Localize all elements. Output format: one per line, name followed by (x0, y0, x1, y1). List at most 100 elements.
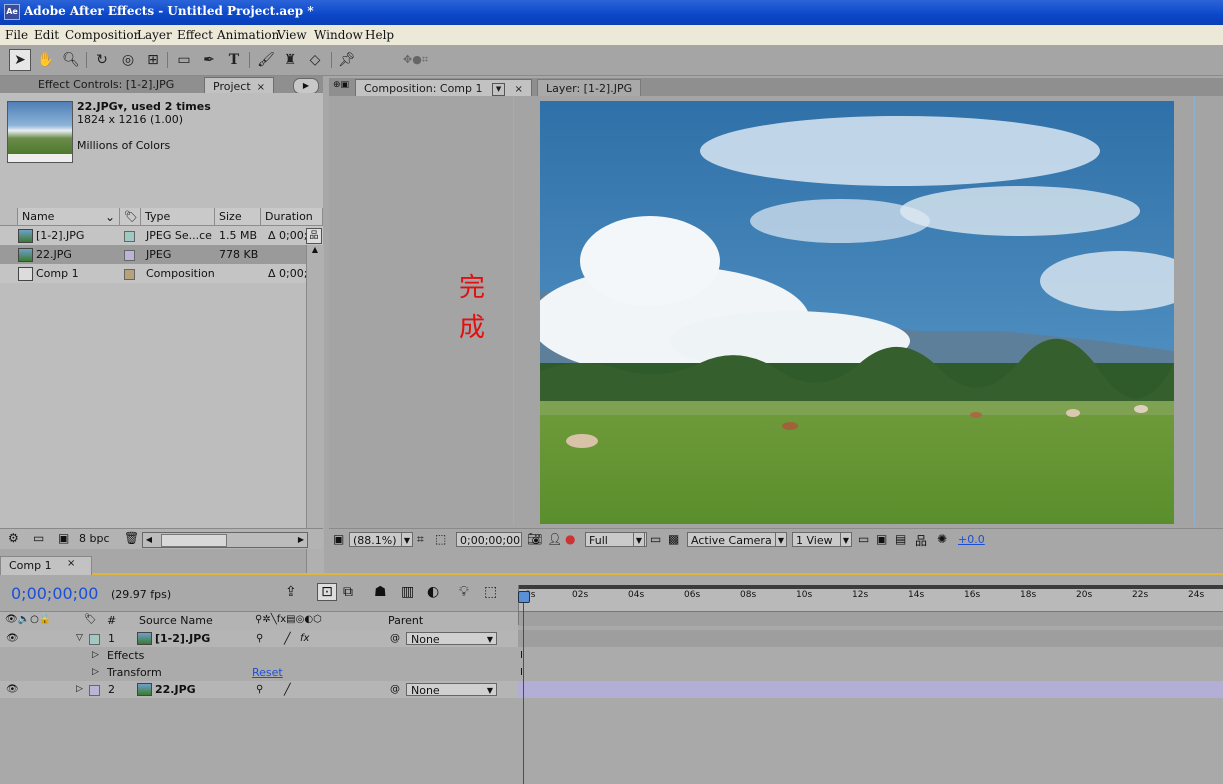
timeline-icon[interactable]: ▤ (895, 532, 906, 546)
shy-switch-icon[interactable]: ⚲ (256, 681, 263, 698)
tab-layer[interactable]: Layer: [1-2].JPG (537, 79, 642, 97)
twirl-right-icon[interactable]: ▷ (76, 681, 83, 698)
rotation-tool-icon[interactable]: ↻ (92, 50, 112, 70)
menu-help[interactable]: Help (365, 28, 394, 42)
menu-layer[interactable]: Layer (137, 28, 172, 42)
eye-icon[interactable]: 👁︎ (6, 630, 19, 647)
axis-mode-icon[interactable]: ✥●⌗ (403, 50, 428, 70)
scroll-up-icon[interactable]: ▲ (309, 245, 321, 257)
av-features-icon[interactable]: 👁︎🔊○🔒 (5, 614, 51, 625)
chevron-down-icon[interactable]: ▼ (840, 532, 852, 547)
layer-duration-bar[interactable] (518, 681, 1223, 698)
column-duration[interactable]: Duration (261, 208, 323, 226)
project-item-row[interactable]: [1-2].JPG JPEG Se...ce 1.5 MB Δ 0;00;0 品 (0, 226, 323, 245)
comp-dropdown-icon[interactable]: ▼ (492, 82, 506, 96)
region-of-interest-icon[interactable]: ▭ (650, 532, 661, 546)
label-column-icon[interactable]: 🏷︎ (84, 614, 97, 625)
always-preview-icon[interactable]: ▣ (333, 532, 344, 546)
hand-tool-icon[interactable]: ✋ (36, 50, 56, 70)
chevron-down-icon[interactable]: ▼ (775, 532, 787, 547)
bit-depth[interactable]: 8 bpc (79, 532, 110, 545)
quality-switch-icon[interactable]: ╱ (284, 630, 291, 647)
column-name[interactable]: Name ⌄ (18, 208, 120, 226)
close-tab-icon[interactable]: × (67, 558, 75, 569)
reset-exposure-icon[interactable]: ✺ (937, 532, 947, 546)
layer-duration-bar[interactable] (518, 630, 1223, 647)
layer-row[interactable]: 👁︎ ▽ 1 [1-2].JPG ⚲ ╱ fx @ None ▼ (0, 630, 1223, 647)
close-tab-icon[interactable]: × (257, 82, 265, 93)
eraser-tool-icon[interactable]: ◇ (305, 50, 325, 70)
lock-view-icon[interactable]: ⊕▣ (333, 80, 353, 94)
effect-switch-icon[interactable]: fx (300, 630, 309, 647)
column-parent[interactable]: Parent (388, 614, 423, 627)
brush-tool-icon[interactable]: 🖌︎ (256, 50, 276, 70)
text-tool-icon[interactable]: T (224, 50, 244, 70)
timeline-timecode[interactable]: 0;00;00;00 (11, 584, 98, 603)
tab-composition[interactable]: Composition: Comp 1 ▼ × (355, 79, 532, 97)
composition-viewer[interactable]: 完 成 (329, 96, 1223, 526)
menu-composition[interactable]: Composition (65, 28, 141, 42)
label-swatch[interactable] (89, 634, 100, 645)
project-item-row[interactable]: Comp 1 Composition Δ 0;00;3 (0, 264, 323, 283)
layer-row[interactable]: 👁︎ ▷ 2 22.JPG ⚲ ╱ @ None ▼ (0, 681, 1223, 698)
live-update-icon[interactable]: ⇪ (285, 584, 297, 600)
graph-editor-icon[interactable]: ⬚ (484, 584, 497, 600)
frame-blending-icon[interactable]: ▥ (401, 584, 414, 600)
twirl-right-icon[interactable]: ▷ (92, 647, 99, 664)
menu-animation[interactable]: Animation (217, 28, 279, 42)
mask-view-icon[interactable]: ⬚ (435, 532, 446, 546)
column-number[interactable]: # (107, 614, 116, 627)
draft-3d-icon[interactable]: ⧉ (343, 584, 353, 600)
motion-blur-icon[interactable]: ◐ (427, 584, 439, 600)
work-area-bar[interactable] (519, 585, 1223, 589)
menu-view[interactable]: View (277, 28, 307, 42)
time-ruler[interactable]: 0s 02s 04s 06s 08s 10s 12s 14s 16s 18s 2… (518, 585, 1223, 626)
pick-whip-icon[interactable]: @ (390, 681, 400, 698)
time-navigator[interactable] (519, 611, 1223, 626)
menu-edit[interactable]: Edit (34, 28, 59, 42)
chevron-down-icon[interactable]: ▼ (633, 532, 645, 547)
eye-icon[interactable]: 👁︎ (6, 681, 19, 698)
column-type[interactable]: Type (141, 208, 215, 226)
scroll-left-icon[interactable]: ◀ (143, 533, 155, 547)
show-snapshot-icon[interactable]: 👤︎ (547, 532, 562, 546)
panel-menu-icon[interactable]: ▶ (293, 78, 319, 94)
puppet-pin-tool-icon[interactable]: 📌︎ (337, 50, 357, 70)
property-group-row[interactable]: ▷ Effects I (0, 647, 1223, 664)
hide-shy-layers-icon[interactable]: ☗ (374, 584, 387, 600)
new-folder-icon[interactable]: ▭ (33, 531, 44, 545)
new-composition-icon[interactable]: ▣ (58, 531, 69, 545)
quality-switch-icon[interactable]: ╱ (284, 681, 291, 698)
camera-dropdown[interactable]: Active Camera (687, 532, 787, 547)
vertical-scrollbar[interactable]: ▲ ▼ (306, 245, 324, 627)
property-group-row[interactable]: ▷ Transform Reset I (0, 664, 1223, 681)
flowchart-icon[interactable]: 品 (915, 532, 927, 549)
selection-tool-icon[interactable]: ➤ (9, 49, 31, 71)
column-size[interactable]: Size (215, 208, 261, 226)
menu-effect[interactable]: Effect (177, 28, 213, 42)
safe-zones-icon[interactable]: ⌗ (417, 532, 424, 547)
label-swatch[interactable] (89, 685, 100, 696)
flowchart-icon[interactable]: 品 (306, 228, 322, 244)
tab-timeline-comp[interactable]: Comp 1 × (0, 556, 92, 575)
exposure-value[interactable]: +0.0 (958, 533, 985, 546)
reset-link[interactable]: Reset (252, 664, 283, 681)
twirl-right-icon[interactable]: ▷ (92, 664, 99, 681)
parent-dropdown[interactable]: None ▼ (406, 683, 497, 697)
layer-name[interactable]: 22.JPG (155, 681, 196, 698)
pan-behind-tool-icon[interactable]: ⊞ (143, 50, 163, 70)
trash-icon[interactable]: 🗑︎ (124, 531, 139, 545)
toggle-pixel-aspect-icon[interactable]: ▭ (858, 532, 869, 546)
project-item-row[interactable]: 22.JPG JPEG 778 KB (0, 245, 323, 264)
current-time-indicator[interactable] (523, 593, 524, 784)
tab-effect-controls[interactable]: Effect Controls: [1-2].JPG (30, 76, 182, 93)
snapshot-icon[interactable]: 📷︎ (527, 532, 542, 546)
pick-whip-icon[interactable]: @ (390, 630, 400, 647)
pen-tool-icon[interactable]: ✒ (199, 50, 219, 70)
rectangle-mask-tool-icon[interactable]: ▭ (174, 50, 194, 70)
switches-icon[interactable]: ⚲✲╲fx▤◎◐⬡ (255, 614, 322, 625)
channels-icon[interactable]: ● (565, 532, 575, 546)
fast-previews-icon[interactable]: ▣ (876, 532, 887, 546)
clone-stamp-tool-icon[interactable]: ♜ (280, 50, 300, 70)
comp-flowchart-icon[interactable]: ⊡ (317, 583, 337, 601)
